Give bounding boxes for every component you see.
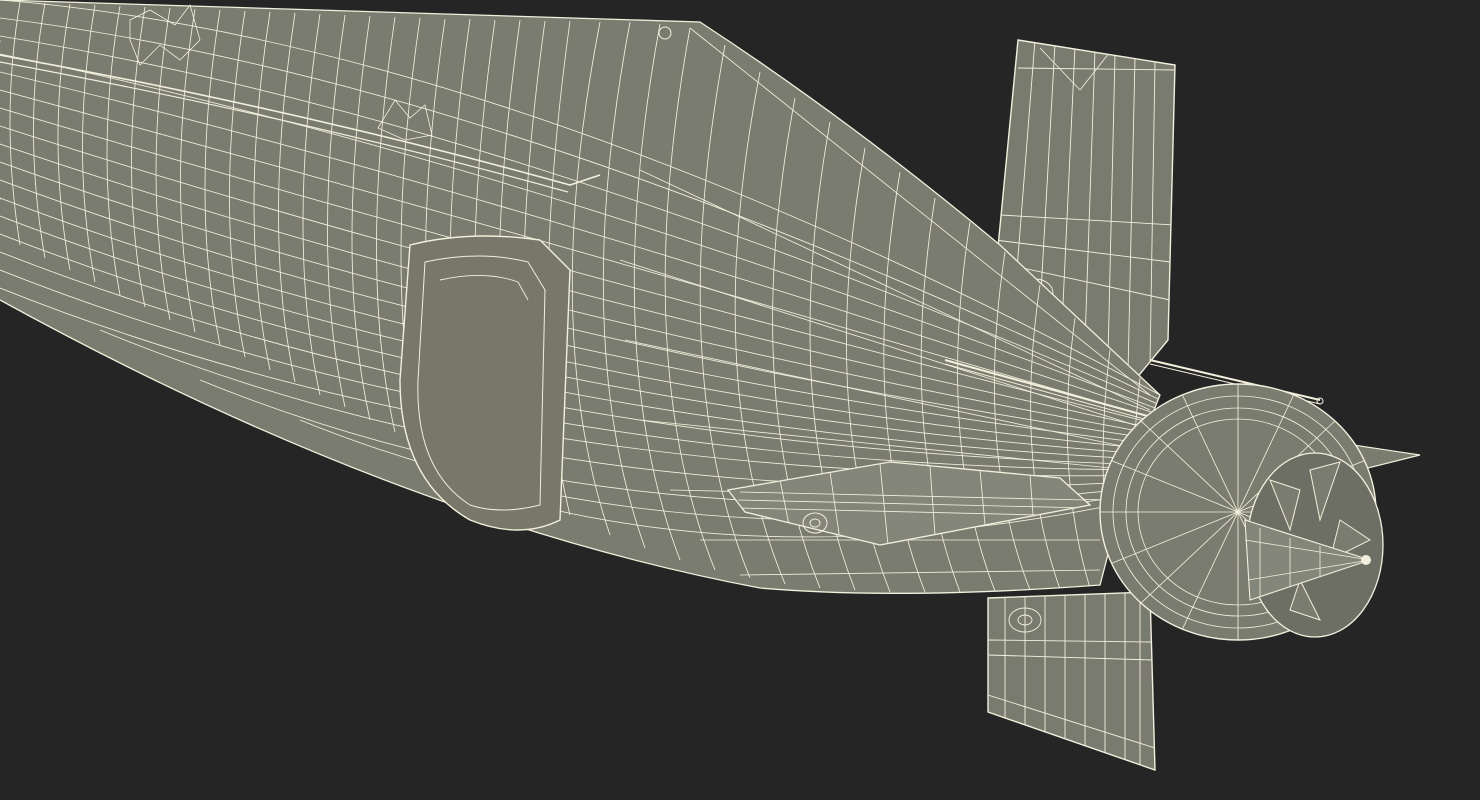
render-viewport	[0, 0, 1480, 800]
wireframe-render	[0, 0, 1421, 771]
propulsor-shroud	[1099, 383, 1384, 641]
lower-rudder-fin	[987, 591, 1156, 771]
